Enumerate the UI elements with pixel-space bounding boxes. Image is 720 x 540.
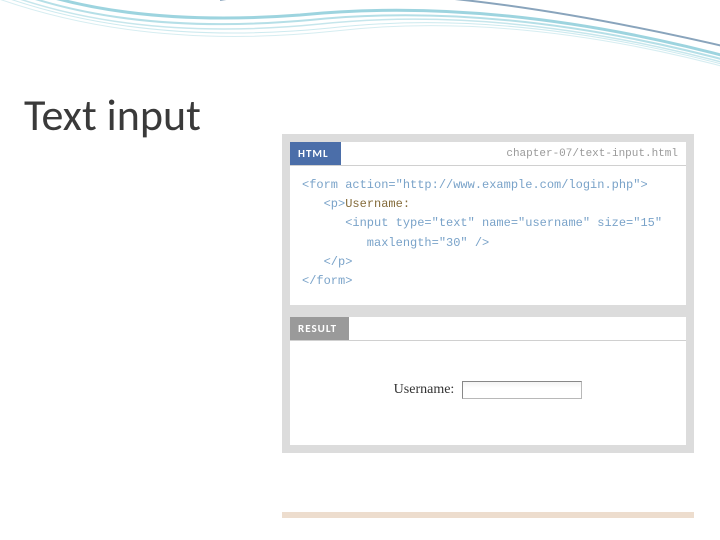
- code-line: <input type="text" name="username" size=…: [302, 216, 662, 230]
- bottom-accent: [282, 512, 694, 518]
- code-text: Username:: [345, 197, 410, 211]
- code-example-block: HTML chapter-07/text-input.html <form ac…: [282, 134, 694, 453]
- username-input[interactable]: [462, 381, 582, 399]
- result-body: Username:: [290, 341, 686, 445]
- code-line: <form action="http://www.example.com/log…: [302, 178, 648, 192]
- html-code-panel: HTML chapter-07/text-input.html <form ac…: [290, 142, 686, 305]
- code-filename: chapter-07/text-input.html: [506, 148, 686, 160]
- code-body: <form action="http://www.example.com/log…: [290, 166, 686, 305]
- code-line: maxlength="30" />: [302, 236, 489, 250]
- result-badge: RESULT: [290, 317, 349, 340]
- decorative-swoosh: [0, 0, 720, 100]
- code-line: </p>: [302, 255, 352, 269]
- panel-gap: [290, 305, 686, 317]
- result-header: RESULT: [290, 317, 686, 341]
- slide-title: Text input: [24, 88, 201, 142]
- code-line: </form>: [302, 274, 352, 288]
- code-line: <p>: [302, 197, 345, 211]
- result-panel: RESULT Username:: [290, 317, 686, 445]
- username-label: Username:: [394, 382, 455, 398]
- html-badge: HTML: [290, 142, 341, 165]
- code-header: HTML chapter-07/text-input.html: [290, 142, 686, 166]
